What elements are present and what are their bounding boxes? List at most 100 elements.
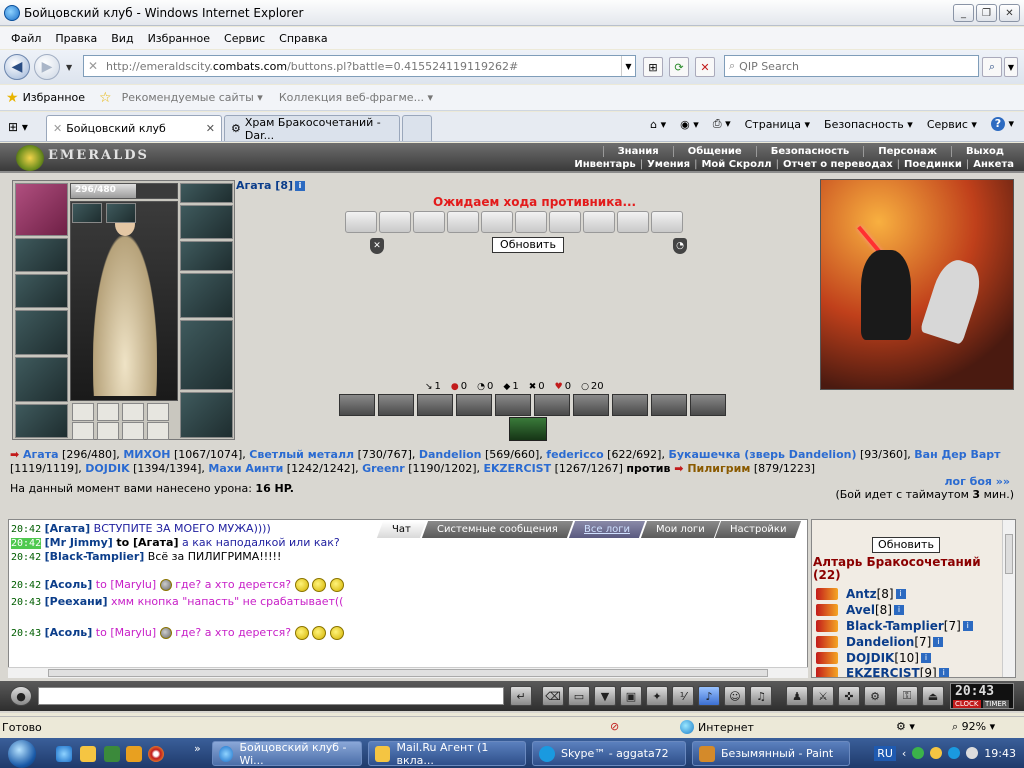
user-info-icon[interactable]: i bbox=[895, 589, 906, 599]
user-info-icon[interactable]: i bbox=[938, 668, 949, 677]
team-member-name[interactable]: Махи Аинти bbox=[208, 462, 283, 475]
chat-nick[interactable]: [Black-Tamplier] bbox=[45, 550, 145, 563]
task-skype[interactable]: Skype™ - aggata72 bbox=[532, 741, 686, 766]
action-button[interactable] bbox=[651, 394, 687, 416]
tray-mail-icon[interactable] bbox=[930, 747, 943, 759]
nav-battles[interactable]: Поединки bbox=[900, 159, 966, 170]
action-button[interactable] bbox=[417, 394, 453, 416]
private-icon[interactable]: ▣ bbox=[620, 686, 642, 706]
menu-help[interactable]: Справка bbox=[272, 32, 334, 45]
ql-ie-icon[interactable] bbox=[56, 746, 72, 762]
scroll-slot[interactable] bbox=[583, 211, 615, 233]
chat-nick[interactable]: [Реехани] bbox=[45, 595, 108, 608]
chat-horizontal-scrollbar[interactable] bbox=[8, 667, 808, 678]
search-input[interactable] bbox=[739, 59, 960, 73]
user-info-icon[interactable]: i bbox=[921, 653, 931, 663]
chat-input[interactable] bbox=[38, 687, 504, 705]
scroll-thumb[interactable] bbox=[1005, 534, 1013, 574]
team-member-name[interactable]: Светлый металл bbox=[249, 448, 354, 461]
favorites-button[interactable]: ★ Избранное bbox=[6, 90, 85, 106]
ql-explorer-icon[interactable] bbox=[80, 746, 96, 762]
private-message-icon[interactable] bbox=[816, 620, 838, 632]
tray-clock[interactable]: 19:43 bbox=[984, 747, 1016, 760]
update-battle-button[interactable]: Обновить bbox=[492, 237, 564, 253]
ring-slot[interactable] bbox=[15, 274, 68, 308]
user-info-icon[interactable]: i bbox=[893, 605, 904, 615]
armor-slot[interactable] bbox=[15, 357, 68, 402]
start-button[interactable] bbox=[8, 740, 36, 768]
ql-more-icon[interactable]: » bbox=[194, 742, 201, 755]
team-member-name[interactable]: Ван Дер Варт bbox=[914, 448, 1000, 461]
scroll-slot[interactable] bbox=[651, 211, 683, 233]
refresh-icon[interactable]: ⟳ bbox=[669, 57, 689, 77]
amulet-slot[interactable] bbox=[15, 238, 68, 272]
exit-icon[interactable]: ⏏ bbox=[922, 686, 944, 706]
chat-tab-chat[interactable]: Чат bbox=[376, 521, 426, 538]
rune-slot-3[interactable] bbox=[122, 403, 144, 421]
action-button[interactable] bbox=[378, 394, 414, 416]
online-user[interactable]: Dandelion [7] i bbox=[816, 635, 944, 649]
nav-skills[interactable]: Умения bbox=[643, 159, 694, 170]
maximize-button[interactable]: ❐ bbox=[976, 4, 997, 22]
tab-fight-club[interactable]: ✕ Бойцовский клуб ✕ bbox=[46, 115, 222, 141]
char-icon[interactable]: ♟ bbox=[786, 686, 808, 706]
address-dropdown-icon[interactable]: ▼ bbox=[621, 56, 635, 76]
fight-icon[interactable]: ✦ bbox=[646, 686, 668, 706]
tab-wedding-temple[interactable]: ⚙ Храм Бракосочетаний - Dar... bbox=[224, 115, 400, 142]
tray-eye-icon[interactable] bbox=[912, 747, 925, 759]
team-member-name[interactable]: EKZERCIST bbox=[484, 462, 552, 475]
team-member-name[interactable]: МИХОН bbox=[123, 448, 170, 461]
rune-slot-8[interactable] bbox=[147, 422, 169, 440]
chat-menu-icon[interactable]: ● bbox=[10, 686, 32, 706]
scroll-slot[interactable] bbox=[379, 211, 411, 233]
menu-file[interactable]: Файл bbox=[4, 32, 48, 45]
team-member-name[interactable]: DOJDIK bbox=[85, 462, 129, 475]
lock-icon[interactable]: ⚿ bbox=[896, 686, 918, 706]
scroll-slot[interactable] bbox=[549, 211, 581, 233]
history-dropdown-icon[interactable]: ▼ bbox=[66, 63, 72, 72]
chat-tab-my-logs[interactable]: Мои логи bbox=[640, 521, 720, 538]
filter-icon[interactable]: ▼ bbox=[594, 686, 616, 706]
task-mail-agent[interactable]: Mail.Ru Агент (1 вкла... bbox=[368, 741, 526, 767]
ql-media-icon[interactable] bbox=[104, 746, 120, 762]
team-member-name[interactable]: Букашечка (зверь Dandelion) bbox=[668, 448, 856, 461]
ql-chrome-icon[interactable] bbox=[148, 746, 164, 762]
rune-slot-1[interactable] bbox=[72, 403, 94, 421]
page-menu[interactable]: Страница ▾ bbox=[745, 118, 810, 131]
online-user[interactable]: DOJDIK [10] i bbox=[816, 651, 931, 665]
private-message-icon[interactable] bbox=[816, 604, 838, 616]
action-button[interactable] bbox=[690, 394, 726, 416]
search-options-icon[interactable]: ▼ bbox=[1004, 57, 1018, 77]
popup-blocker-icon[interactable]: ⊘ bbox=[610, 720, 619, 733]
translit-icon[interactable]: ⅟ bbox=[672, 686, 694, 706]
stop-icon[interactable]: ✕ bbox=[695, 57, 715, 77]
feeds-icon[interactable]: ◉ ▾ bbox=[680, 118, 699, 131]
chat-nick[interactable]: [Асоль] bbox=[45, 626, 93, 639]
send-icon[interactable]: ↵ bbox=[510, 686, 532, 706]
chat-tab-all-logs[interactable]: Все логи bbox=[568, 521, 645, 538]
earring-slot[interactable] bbox=[15, 183, 68, 236]
weapon-slot[interactable] bbox=[180, 183, 233, 203]
smiles-icon[interactable]: ☺ bbox=[724, 686, 746, 706]
quick-tabs-icon[interactable]: ⊞ ▾ bbox=[8, 120, 28, 134]
timer-label[interactable]: TIMER bbox=[983, 700, 1009, 708]
rune-slot-6[interactable] bbox=[97, 422, 119, 440]
scroll-slot[interactable] bbox=[617, 211, 649, 233]
back-button[interactable]: ◀ bbox=[4, 54, 30, 80]
nav-inventory[interactable]: Инвентарь bbox=[570, 159, 639, 170]
new-tab-button[interactable] bbox=[402, 115, 432, 141]
private-message-icon[interactable] bbox=[816, 588, 838, 600]
rune-slot-5[interactable] bbox=[72, 422, 94, 440]
clear-icon[interactable]: ▭ bbox=[568, 686, 590, 706]
chat-tab-settings[interactable]: Настройки bbox=[715, 521, 802, 538]
nav-character[interactable]: Персонаж bbox=[863, 146, 951, 157]
rune-slot-2[interactable] bbox=[97, 403, 119, 421]
print-icon[interactable]: ⎙ ▾ bbox=[713, 117, 731, 131]
protected-mode-icon[interactable]: ⚙ ▾ bbox=[896, 720, 915, 733]
language-indicator[interactable]: RU bbox=[874, 745, 896, 761]
scroll-slot[interactable] bbox=[447, 211, 479, 233]
character-portrait[interactable] bbox=[70, 201, 178, 401]
skirt-slot[interactable] bbox=[15, 404, 68, 438]
scroll-slot[interactable] bbox=[413, 211, 445, 233]
tray-skype-icon[interactable] bbox=[948, 747, 961, 759]
